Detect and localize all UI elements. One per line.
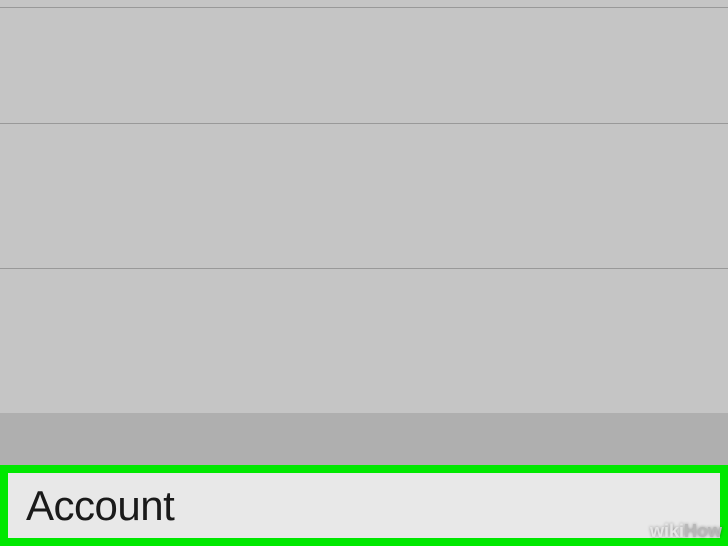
section-divider: [0, 413, 728, 465]
list-row-1[interactable]: [0, 8, 728, 124]
account-settings-row[interactable]: Account: [0, 465, 728, 546]
account-label: Account: [26, 482, 174, 530]
list-row-3[interactable]: [0, 269, 728, 413]
list-row-partial-top[interactable]: [0, 0, 728, 8]
list-row-2[interactable]: [0, 124, 728, 269]
